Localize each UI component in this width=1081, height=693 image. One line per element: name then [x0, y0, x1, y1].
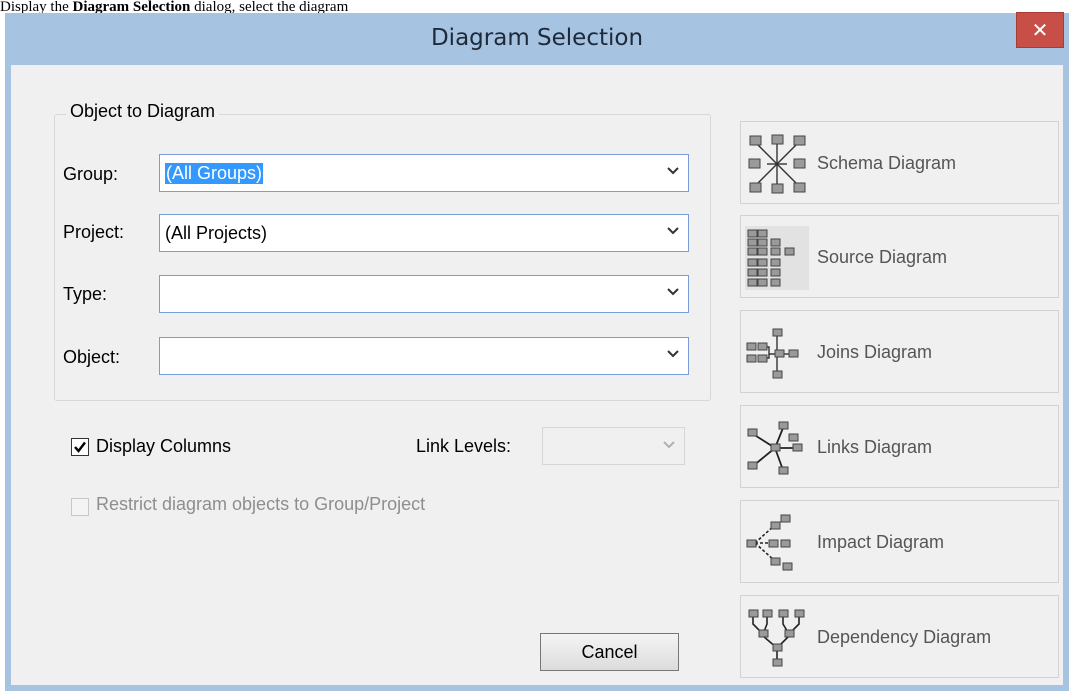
- restrict-checkbox[interactable]: [71, 498, 89, 516]
- type-label: Type:: [63, 284, 108, 304]
- project-combobox[interactable]: (All Projects): [159, 214, 689, 252]
- chevron-down-icon[interactable]: [666, 285, 680, 299]
- source-diagram-button[interactable]: Source Diagram: [740, 215, 1059, 298]
- chevron-down-icon[interactable]: [666, 164, 680, 178]
- joins-diagram-label: Joins Diagram: [817, 342, 933, 362]
- impact-diagram-button[interactable]: Impact Diagram: [740, 500, 1059, 583]
- schema-diagram-button[interactable]: Schema Diagram: [740, 121, 1059, 204]
- dialog-body: Object to Diagram Group: (All Groups) Pr…: [11, 65, 1063, 685]
- link-levels-label: Link Levels:: [416, 436, 512, 456]
- diagram-selection-dialog: Diagram Selection ✕ Object to Diagram Gr…: [5, 12, 1069, 691]
- document-snippet: Display the Diagram Selection dialog, se…: [0, 0, 1081, 14]
- project-label: Project:: [63, 222, 125, 242]
- joins-diagram-icon: [746, 328, 799, 379]
- project-value: (All Projects): [165, 223, 268, 243]
- link-levels-combobox[interactable]: [542, 427, 685, 465]
- links-diagram-icon: [747, 421, 803, 475]
- object-combobox[interactable]: [159, 337, 689, 375]
- links-diagram-label: Links Diagram: [817, 437, 933, 457]
- links-diagram-button[interactable]: Links Diagram: [740, 405, 1059, 488]
- dependency-diagram-icon: [748, 609, 805, 667]
- chevron-down-icon[interactable]: [666, 224, 680, 238]
- display-columns-label[interactable]: Display Columns: [96, 436, 231, 457]
- schema-diagram-icon: [748, 134, 806, 194]
- object-label: Object:: [63, 347, 121, 367]
- type-combobox[interactable]: [159, 275, 689, 313]
- joins-diagram-button[interactable]: Joins Diagram: [740, 310, 1059, 393]
- chevron-down-icon[interactable]: [666, 347, 680, 361]
- source-diagram-icon: [745, 226, 809, 290]
- close-button[interactable]: ✕: [1016, 12, 1064, 48]
- impact-diagram-label: Impact Diagram: [817, 532, 945, 552]
- group-combobox[interactable]: (All Groups): [159, 154, 689, 192]
- groupbox-legend: Object to Diagram: [66, 101, 220, 122]
- dependency-diagram-button[interactable]: Dependency Diagram: [740, 595, 1059, 678]
- dependency-diagram-label: Dependency Diagram: [817, 627, 992, 647]
- group-value: (All Groups): [165, 163, 264, 184]
- dialog-title: Diagram Selection: [430, 25, 644, 51]
- chevron-down-icon: [663, 441, 675, 449]
- snippet-text-before: Display the: [0, 0, 69, 14]
- display-columns-checkbox[interactable]: [71, 438, 89, 456]
- source-diagram-label: Source Diagram: [817, 247, 948, 267]
- group-label: Group:: [63, 164, 119, 184]
- schema-diagram-label: Schema Diagram: [817, 153, 957, 173]
- impact-diagram-icon: [746, 514, 793, 571]
- checkmark-icon: [74, 441, 86, 453]
- restrict-label: Restrict diagram objects to Group/Projec…: [96, 494, 426, 514]
- snippet-text-after: dialog, select the diagram: [194, 0, 349, 14]
- title-bar[interactable]: Diagram Selection ✕: [11, 12, 1064, 65]
- cancel-button[interactable]: Cancel: [540, 633, 679, 671]
- snippet-bold-text: Diagram Selection: [72, 0, 191, 14]
